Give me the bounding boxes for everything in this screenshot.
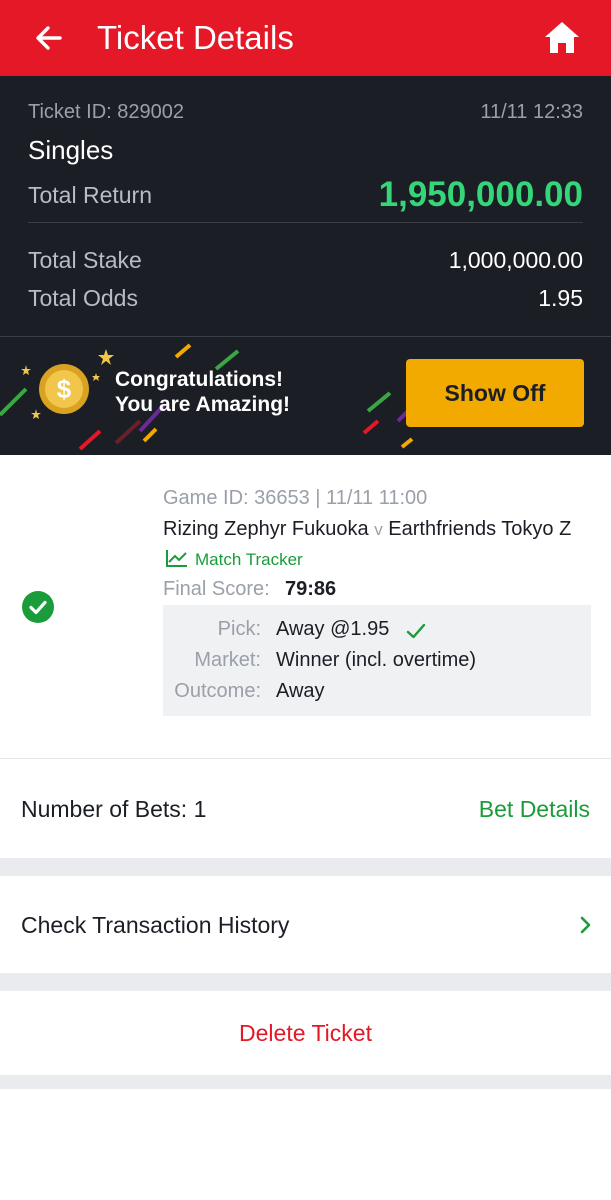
away-team: Earthfriends Tokyo Z [388, 518, 572, 540]
bet-type: Singles [28, 135, 114, 165]
game-info: Game ID: 36653 | 11/11 11:00 [163, 487, 428, 509]
congratulations-banner: $ Congratulations! You are Amazing! Show… [0, 337, 611, 455]
total-return-value: 1,950,000.00 [378, 175, 583, 214]
total-odds-value: 1.95 [538, 285, 583, 311]
total-return-label: Total Return [28, 182, 153, 208]
market-row: Market: Winner (incl. overtime) [163, 649, 591, 677]
versus-label: v [374, 520, 383, 539]
outcome-label: Outcome: [174, 680, 261, 702]
svg-text:$: $ [57, 374, 72, 404]
bet-details-link[interactable]: Bet Details [479, 796, 590, 823]
market-value: Winner (incl. overtime) [276, 649, 477, 671]
number-of-bets: Number of Bets: 1 [21, 796, 207, 822]
market-label: Market: [194, 649, 261, 671]
chevron-right-icon [578, 914, 594, 936]
pick-details-box: Pick: Away @1.95 Market: Winner (incl. o… [163, 605, 591, 716]
arrow-left-icon[interactable] [30, 18, 70, 58]
checkmark-icon [405, 620, 427, 642]
total-odds-label: Total Odds [28, 285, 138, 311]
home-icon[interactable] [540, 18, 584, 58]
ticket-id: Ticket ID: 829002 [28, 101, 185, 123]
pick-label: Pick: [217, 618, 261, 640]
match-tracker-label: Match Tracker [195, 550, 303, 569]
total-stake-value: 1,000,000.00 [448, 247, 583, 273]
congratulations-line-1: Congratulations! [115, 368, 283, 391]
section-gap [0, 858, 611, 876]
delete-ticket-button[interactable]: Delete Ticket [0, 991, 611, 1075]
ticket-datetime: 11/11 12:33 [480, 101, 583, 123]
final-score-label: Final Score: [163, 578, 270, 600]
section-gap [0, 1075, 611, 1089]
app-bar: Ticket Details [0, 0, 611, 76]
outcome-value: Away [276, 680, 325, 702]
show-off-button[interactable]: Show Off [406, 359, 584, 427]
bets-row: Number of Bets: 1 Bet Details [0, 759, 611, 858]
dollar-coin-icon: $ [38, 363, 90, 415]
line-chart-icon [166, 550, 187, 567]
congratulations-text: Congratulations! You are Amazing! [115, 367, 290, 417]
total-stake-label: Total Stake [28, 247, 142, 273]
game-selection-card: Game ID: 36653 | 11/11 11:00 Rizing Zeph… [0, 455, 611, 758]
match-tracker-link[interactable]: Match Tracker [165, 548, 303, 570]
divider [28, 222, 583, 223]
section-gap [0, 973, 611, 991]
transaction-history-label: Check Transaction History [21, 912, 290, 938]
home-team: Rizing Zephyr Fukuoka [163, 518, 369, 540]
delete-ticket-label: Delete Ticket [239, 1020, 372, 1046]
check-transaction-history-row[interactable]: Check Transaction History [0, 876, 611, 973]
congratulations-line-2: You are Amazing! [115, 393, 291, 416]
ticket-summary: Ticket ID: 829002 11/11 12:33 Singles To… [0, 76, 611, 336]
pick-value: Away @1.95 [276, 618, 390, 640]
check-circle-icon [22, 591, 54, 623]
final-score-value: 79:86 [285, 578, 337, 600]
pick-row: Pick: Away @1.95 [163, 618, 591, 646]
outcome-row: Outcome: Away [163, 680, 591, 708]
match-teams: Rizing Zephyr Fukuoka v Earthfriends Tok… [163, 518, 571, 541]
page-title: Ticket Details [97, 19, 294, 56]
